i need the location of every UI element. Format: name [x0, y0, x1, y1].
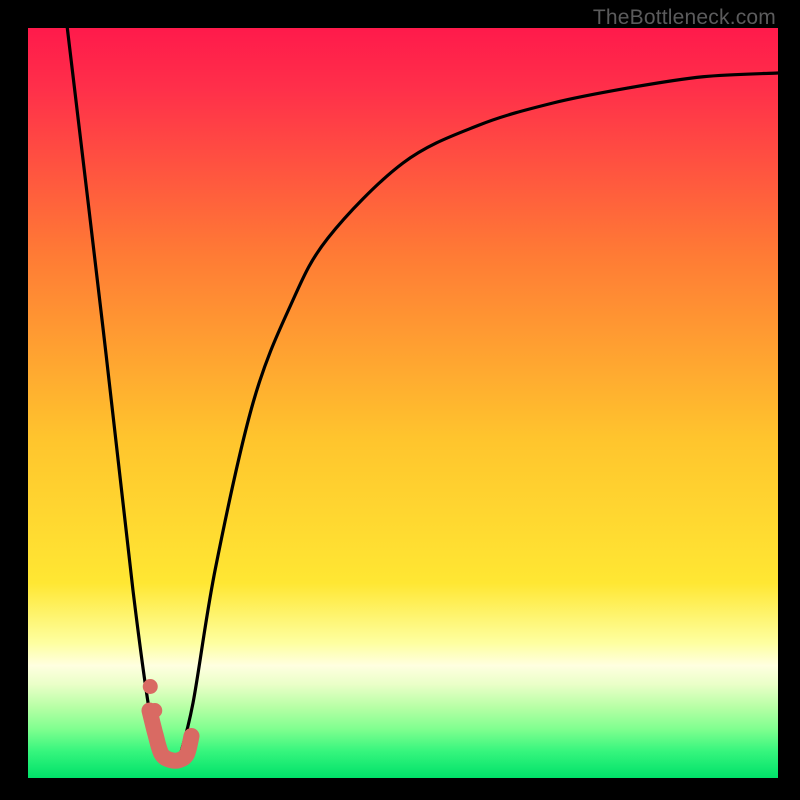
watermark-text: TheBottleneck.com: [593, 6, 776, 30]
chart-frame: TheBottleneck.com: [0, 0, 800, 800]
marker-dot: [143, 679, 158, 694]
curve-right-branch: [178, 73, 778, 763]
marker-valley: [150, 711, 192, 761]
plot-area: [28, 28, 778, 778]
marker-dot: [147, 703, 162, 718]
curve-left-branch: [66, 28, 164, 763]
curve-layer: [28, 28, 778, 778]
